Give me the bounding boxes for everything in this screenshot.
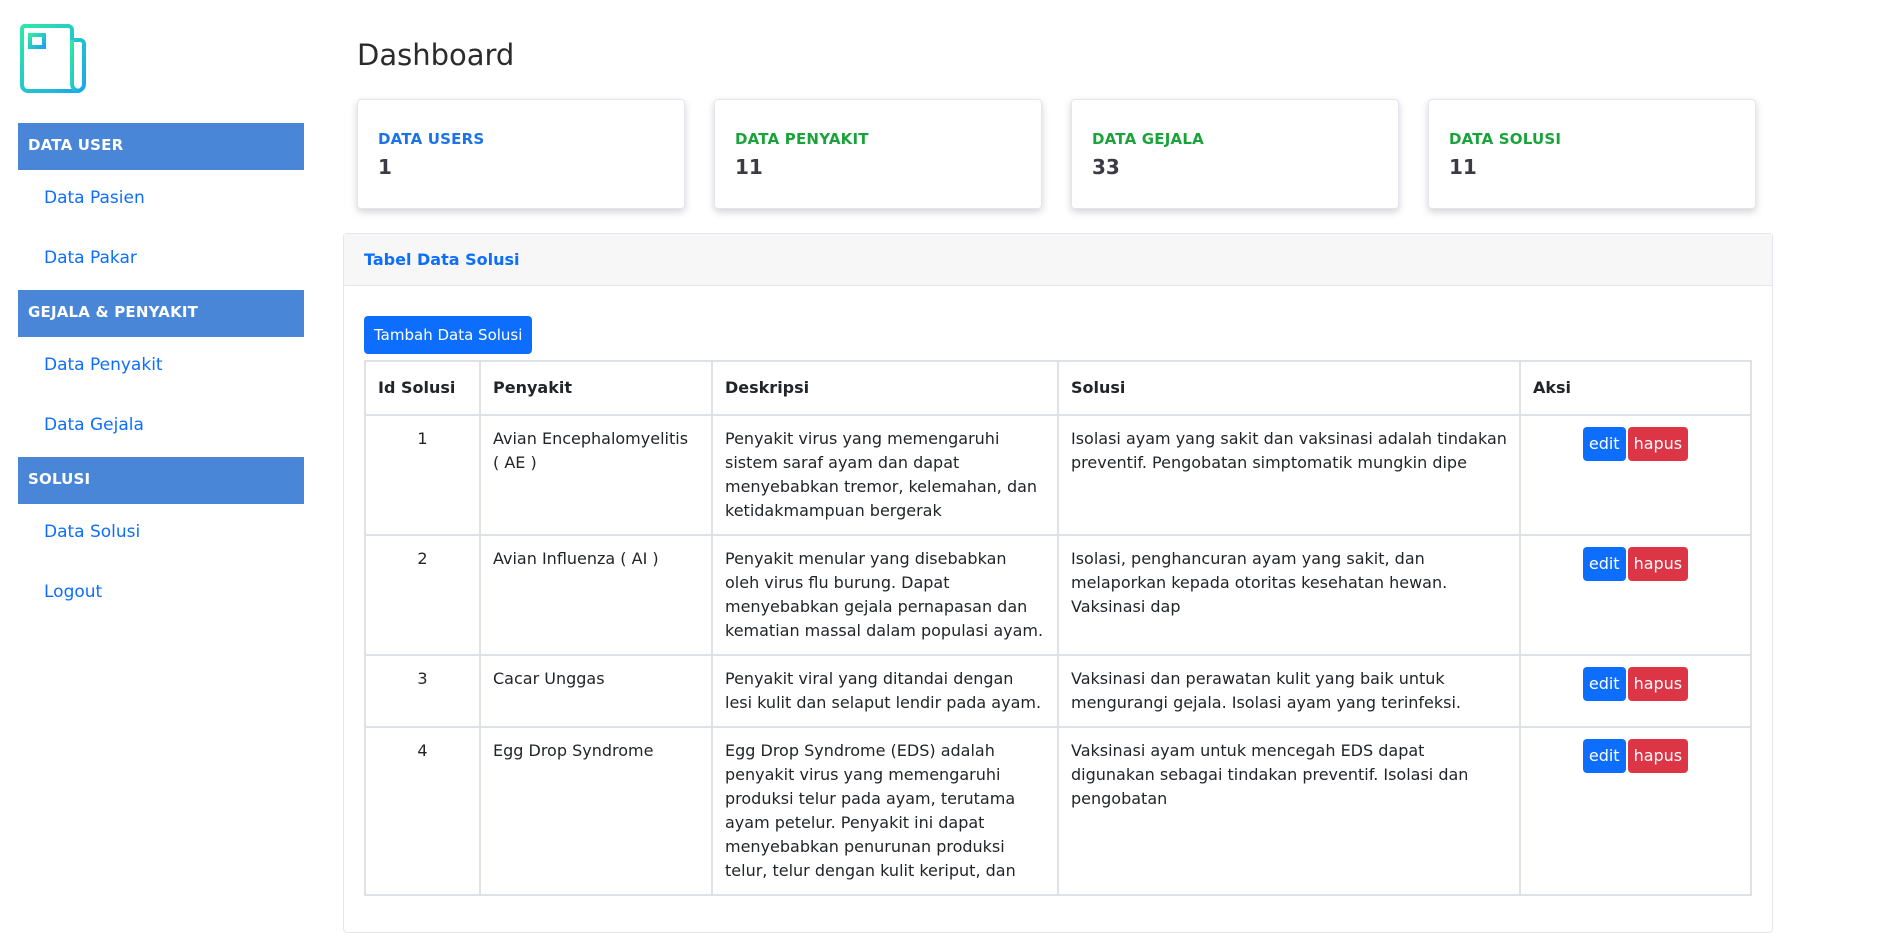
cell-solusi: Isolasi ayam yang sakit dan vaksinasi ad… [1057, 414, 1521, 536]
panel-title: Tabel Data Solusi [344, 234, 1772, 286]
column-header-deskripsi: Deskripsi [711, 360, 1059, 416]
nav-link-logout[interactable]: Logout [44, 582, 102, 602]
stat-card-users: DATA USERS 1 [357, 99, 685, 209]
column-header-id: Id Solusi [364, 360, 481, 416]
nav-link-data-penyakit[interactable]: Data Penyakit [44, 355, 163, 375]
sidebar: DATA USER Data Pasien Data Pakar GEJALA … [0, 0, 330, 906]
table-header-row: Id Solusi Penyakit Deskripsi Solusi Aksi [364, 360, 1752, 416]
edit-button[interactable]: edit [1582, 547, 1626, 581]
cell-deskripsi: Penyakit virus yang memengaruhi sistem s… [711, 414, 1059, 536]
cell-id: 1 [364, 414, 481, 536]
table-row: 2 Avian Influenza ( AI ) Penyakit menula… [364, 534, 1752, 656]
stat-card-gejala: DATA GEJALA 33 [1071, 99, 1399, 209]
column-header-solusi: Solusi [1057, 360, 1521, 416]
stat-card-penyakit: DATA PENYAKIT 11 [714, 99, 1042, 209]
column-header-aksi: Aksi [1519, 360, 1752, 416]
nav-heading-solusi: SOLUSI [18, 457, 304, 504]
stat-label: DATA SOLUSI [1449, 130, 1562, 148]
stat-value: 33 [1092, 155, 1120, 179]
cell-aksi: edit hapus [1519, 726, 1752, 896]
cell-deskripsi: Penyakit viral yang ditandai dengan lesi… [711, 654, 1059, 728]
cell-id: 2 [364, 534, 481, 656]
cell-penyakit: Avian Encephalomyelitis ( AE ) [479, 414, 713, 536]
add-solusi-button[interactable]: Tambah Data Solusi [364, 316, 533, 354]
table-row: 4 Egg Drop Syndrome Egg Drop Syndrome (E… [364, 726, 1752, 896]
cell-solusi: Vaksinasi dan perawatan kulit yang baik … [1057, 654, 1521, 728]
cell-solusi: Isolasi, penghancuran ayam yang sakit, d… [1057, 534, 1521, 656]
nav-heading-data-user: DATA USER [18, 123, 304, 170]
cell-aksi: edit hapus [1519, 654, 1752, 728]
stat-value: 11 [1449, 155, 1477, 179]
cell-id: 3 [364, 654, 481, 728]
edit-button[interactable]: edit [1582, 427, 1626, 461]
stat-value: 1 [378, 155, 392, 179]
cell-deskripsi: Egg Drop Syndrome (EDS) adalah penyakit … [711, 726, 1059, 896]
edit-button[interactable]: edit [1582, 667, 1626, 701]
stat-label: DATA GEJALA [1092, 130, 1204, 148]
cell-penyakit: Egg Drop Syndrome [479, 726, 713, 896]
page-title: Dashboard [357, 38, 515, 72]
cell-penyakit: Cacar Unggas [479, 654, 713, 728]
hapus-button[interactable]: hapus [1627, 547, 1689, 581]
nav-link-data-solusi[interactable]: Data Solusi [44, 522, 140, 542]
cell-solusi: Vaksinasi ayam untuk mencegah EDS dapat … [1057, 726, 1521, 896]
main-content: Dashboard DATA USERS 1 DATA PENYAKIT 11 … [343, 0, 1898, 933]
nav-heading-gejala-penyakit: GEJALA & PENYAKIT [18, 290, 304, 337]
cell-aksi: edit hapus [1519, 534, 1752, 656]
table-row: 1 Avian Encephalomyelitis ( AE ) Penyaki… [364, 414, 1752, 536]
hapus-button[interactable]: hapus [1627, 739, 1689, 773]
column-header-penyakit: Penyakit [479, 360, 713, 416]
cell-aksi: edit hapus [1519, 414, 1752, 536]
hapus-button[interactable]: hapus [1627, 667, 1689, 701]
stat-label: DATA USERS [378, 130, 485, 148]
edit-button[interactable]: edit [1582, 739, 1626, 773]
nav-link-data-pasien[interactable]: Data Pasien [44, 188, 145, 208]
nav-link-data-pakar[interactable]: Data Pakar [44, 248, 137, 268]
newspaper-logo-icon [19, 24, 86, 93]
hapus-button[interactable]: hapus [1627, 427, 1689, 461]
solusi-table: Id Solusi Penyakit Deskripsi Solusi Aksi… [364, 360, 1752, 896]
cell-id: 4 [364, 726, 481, 896]
cell-penyakit: Avian Influenza ( AI ) [479, 534, 713, 656]
stat-label: DATA PENYAKIT [735, 130, 869, 148]
table-row: 3 Cacar Unggas Penyakit viral yang ditan… [364, 654, 1752, 728]
cell-deskripsi: Penyakit menular yang disebabkan oleh vi… [711, 534, 1059, 656]
solusi-table-panel: Tabel Data Solusi Tambah Data Solusi Id … [343, 233, 1773, 933]
nav-link-data-gejala[interactable]: Data Gejala [44, 415, 144, 435]
stat-card-solusi: DATA SOLUSI 11 [1428, 99, 1756, 209]
stat-value: 11 [735, 155, 763, 179]
